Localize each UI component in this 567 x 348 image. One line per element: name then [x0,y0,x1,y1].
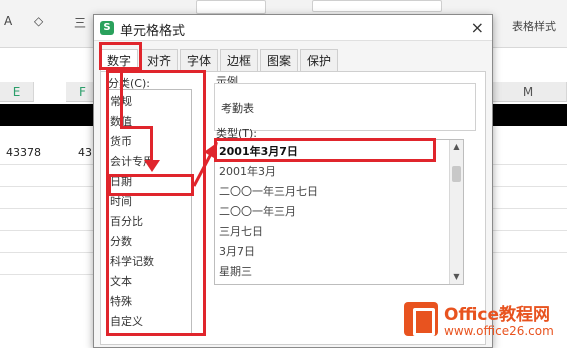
font-color-button[interactable]: A [4,14,12,28]
office-logo-icon [404,302,438,336]
dialog-title: 单元格格式 [120,24,186,39]
scroll-thumb[interactable] [452,166,461,182]
watermark-logo: Office教程网 www.office26.com [404,300,564,344]
grid-line [0,274,100,275]
type-list-scrollbar[interactable]: ▲ ▼ [449,140,463,284]
tab-pattern[interactable]: 图案 [260,49,298,71]
type-item[interactable]: 三月七日 [219,222,439,242]
cell-f-value[interactable]: 43 [78,146,92,159]
grid-line [490,252,567,253]
tab-font[interactable]: 字体 [180,49,218,71]
align-button[interactable]: 三 [74,14,86,31]
scroll-down-icon[interactable]: ▼ [450,270,463,284]
grid-line [490,208,567,209]
type-item[interactable]: 二〇〇一年三月七日 [219,182,439,202]
tab-border[interactable]: 边框 [220,49,258,71]
column-header-m[interactable]: M [490,82,567,102]
cell-e-value[interactable]: 43378 [6,146,41,159]
app-logo-icon: S [100,21,114,35]
type-item[interactable]: 二〇〇一年三月 [219,202,439,222]
tab-protection[interactable]: 保护 [300,49,338,71]
scroll-up-icon[interactable]: ▲ [450,140,463,154]
close-icon[interactable]: × [471,18,484,37]
black-row-right [490,104,567,126]
watermark-url: www.office26.com [444,324,554,338]
highlight-box-number-tab [99,42,142,70]
column-header-e[interactable]: E [0,82,34,102]
fill-color-button[interactable]: ◇ [34,14,43,28]
grid-line [0,208,100,209]
arrow-line [120,70,123,128]
arrow-up-right-icon [192,142,218,187]
tab-alignment[interactable]: 对齐 [140,49,178,71]
type-item[interactable]: 星期三 [219,262,439,282]
grid-line [0,252,100,253]
watermark-title: Office教程网 [444,305,551,325]
grid-line [0,230,100,231]
highlight-box-date-item [108,174,194,196]
arrow-line [120,126,152,129]
grid-line [490,230,567,231]
grid-line [0,164,100,165]
type-item[interactable]: 3月7日 [219,242,439,262]
arrow-down-icon [144,160,160,172]
grid-line [490,164,567,165]
toolbar-button-box[interactable] [196,0,266,14]
highlight-box-date-type [214,138,436,162]
dialog-titlebar[interactable]: S 单元格格式 × [94,15,492,41]
sample-value: 考勤表 [221,102,254,115]
grid-line [490,186,567,187]
type-item[interactable]: 2001年3月 [219,162,439,182]
grid-line [0,186,100,187]
sample-preview: 考勤表 [214,83,476,131]
black-row-left [0,104,100,126]
table-style-button[interactable]: 表格样式 [512,18,556,34]
toolbar-search-box[interactable] [312,0,442,12]
